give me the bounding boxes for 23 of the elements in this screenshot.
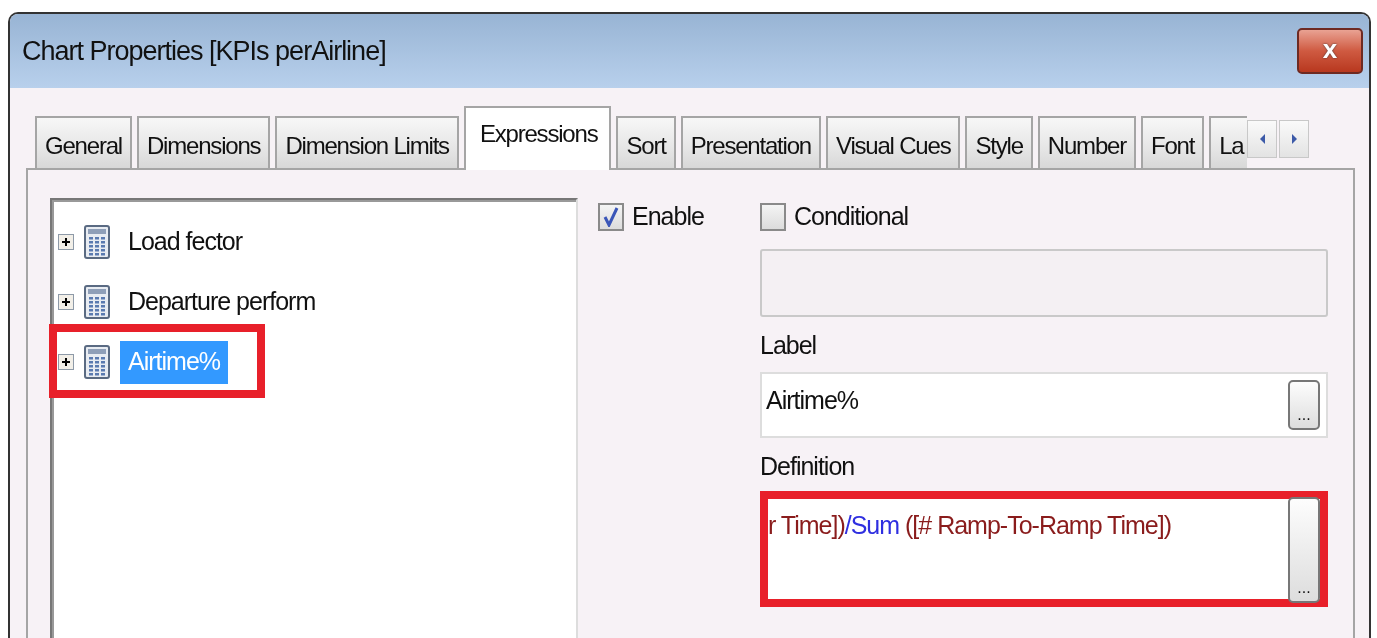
field-caption: Definition [760,452,856,481]
tab[interactable]: La [1209,116,1248,168]
label-field[interactable]: Airtime% ... [760,372,1328,438]
checkbox-label: Conditional [794,202,909,231]
tab[interactable]: Expressions [463,106,612,170]
tab[interactable]: Font [1141,116,1205,168]
tab[interactable]: Style [965,116,1033,168]
window-title: Chart Properties [KPIs perAirline] [22,35,386,67]
tab[interactable]: Dimension Limits [275,116,459,168]
tab[interactable]: Visual Cues [826,116,961,168]
tab[interactable]: Presentation [680,116,821,168]
tab[interactable]: General [35,116,132,168]
edit-button[interactable]: ... [1288,497,1320,603]
tab[interactable]: Sort [616,116,676,168]
definition-field[interactable]: r Time])/Sum ([# Ramp-To-Ramp Time]) ... [760,491,1328,607]
edit-button[interactable]: ... [1288,380,1320,430]
tab[interactable]: Dimensions [137,116,271,168]
tab[interactable]: Number [1037,116,1136,168]
checkbox-label: Enable [632,202,704,231]
expression-item[interactable]: Load fector [120,220,251,264]
expression-item[interactable]: Departure perform [120,280,324,324]
close-button[interactable]: x [1297,28,1363,74]
field-caption: Label [760,331,818,360]
